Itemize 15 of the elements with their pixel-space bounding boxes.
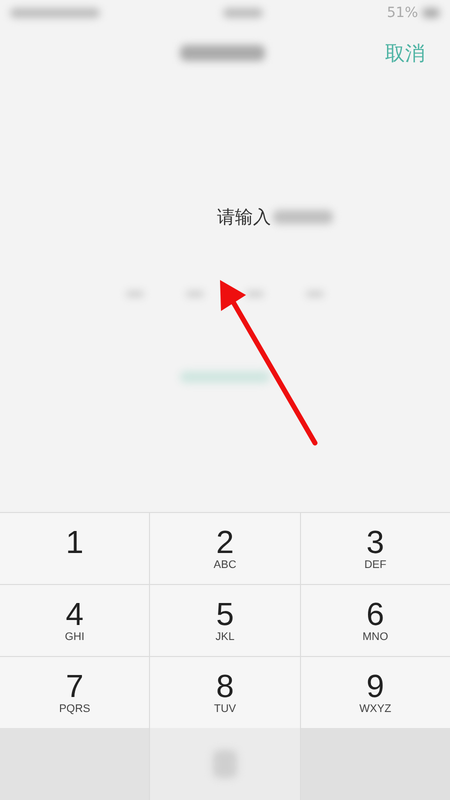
battery-icon bbox=[422, 8, 440, 18]
prompt-text: 请输入 bbox=[217, 206, 271, 229]
keypad-key[interactable]: 8 TUV bbox=[150, 657, 300, 728]
blurred-time bbox=[223, 8, 264, 18]
keypad-key[interactable]: 4 GHI bbox=[0, 585, 150, 656]
keypad-key[interactable]: 5 JKL bbox=[150, 585, 300, 656]
battery-level: 51% bbox=[386, 5, 418, 21]
keypad-key[interactable]: 9 WXYZ bbox=[300, 657, 450, 728]
keypad-key[interactable]: 7 PQRS bbox=[0, 657, 150, 728]
keypad-key[interactable]: 2 ABC bbox=[150, 513, 300, 584]
keypad-key[interactable]: 6 MNO bbox=[300, 585, 450, 656]
blurred-button[interactable] bbox=[180, 371, 270, 383]
blurred-prompt-text bbox=[273, 210, 333, 224]
keypad-key[interactable]: 3 DEF bbox=[300, 513, 450, 584]
keypad-key[interactable]: 1 bbox=[0, 513, 150, 584]
